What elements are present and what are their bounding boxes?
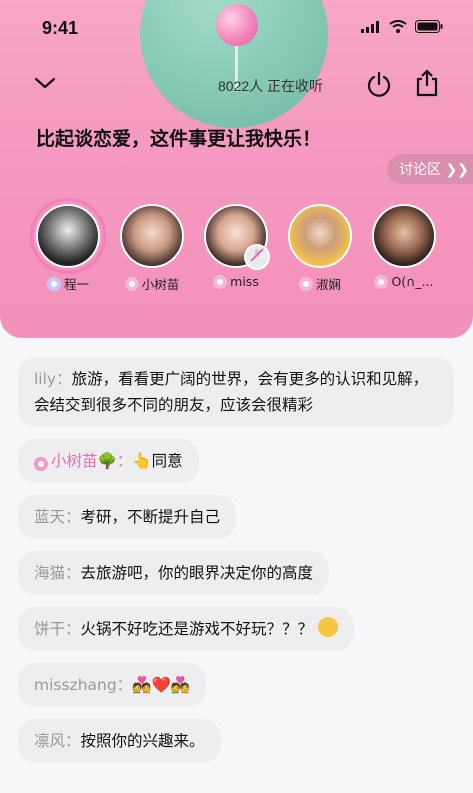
- speaker-name-row: 淑娴: [280, 274, 360, 293]
- message-text: 💑❤️💑: [132, 676, 191, 694]
- message-nick: lily：: [34, 370, 72, 388]
- chat-message: misszhang：💑❤️💑: [18, 663, 207, 707]
- speaker-item[interactable]: 小树苗: [112, 204, 192, 293]
- speaker-badge-icon: [124, 276, 139, 291]
- chat-message: 凛风：按照你的兴趣来。: [18, 719, 221, 763]
- avatar: [204, 204, 270, 270]
- user-badge-icon: [34, 457, 48, 471]
- signal-icon: [361, 20, 379, 33]
- collapse-chevron-icon[interactable]: [34, 76, 56, 90]
- chat-message-list[interactable]: lily：旅游，看看更广阔的世界，会有更多的认识和见解，会结交到很多不同的朋友，…: [18, 357, 458, 775]
- chat-message: 蓝天：考研，不断提升自己: [18, 495, 237, 539]
- chat-message: 海猫：去旅游吧，你的眼界决定你的高度: [18, 551, 330, 595]
- message-nick: 蓝天：: [34, 508, 81, 526]
- speaker-name-row: 程一: [28, 274, 108, 293]
- message-text: 旅游，看看更广阔的世界，会有更多的认识和见解，会结交到很多不同的朋友，应该会很精…: [34, 370, 429, 414]
- host-badge-icon: [46, 276, 61, 291]
- mic-muted-icon: [244, 244, 270, 270]
- battery-icon: [415, 20, 443, 33]
- avatar: [372, 204, 436, 268]
- message-text: 按照你的兴趣来。: [80, 732, 205, 750]
- avatar: [120, 204, 184, 268]
- speaker-name: miss: [230, 274, 259, 289]
- speaker-host[interactable]: 程一: [28, 198, 108, 293]
- message-nick: 海猫：: [34, 564, 81, 582]
- chat-message: 小树苗🌳：👆同意: [18, 439, 199, 483]
- message-nick: 小树苗🌳：: [51, 452, 133, 470]
- thinking-face-icon: [317, 617, 338, 637]
- cover-decoration-candy: [216, 4, 258, 46]
- speaker-item[interactable]: miss: [196, 204, 276, 289]
- power-icon[interactable]: [366, 71, 392, 97]
- message-nick: 凛风：: [34, 732, 81, 750]
- listener-count: 8022人 正在收听: [218, 78, 324, 94]
- speaker-name: 小树苗: [141, 277, 180, 292]
- speaker-name-row: miss: [196, 274, 276, 289]
- share-icon[interactable]: [414, 69, 440, 97]
- discussion-button[interactable]: 讨论区 ❯❯: [387, 154, 473, 184]
- speaker-badge-icon: [374, 274, 389, 289]
- message-text: 火锅不好吃还是游戏不好玩？？？: [80, 620, 314, 638]
- chat-message: 饼干：火锅不好吃还是游戏不好玩？？？: [18, 607, 354, 651]
- avatar: [288, 204, 352, 268]
- speaker-badge-icon: [213, 274, 228, 289]
- chat-message: lily：旅游，看看更广阔的世界，会有更多的认识和见解，会结交到很多不同的朋友，…: [18, 357, 454, 427]
- speaker-item[interactable]: O(∩_...: [364, 204, 444, 289]
- speaker-name-row: 小树苗: [112, 274, 192, 293]
- room-header: 9:41 8022人 正在收听 比起谈恋爱，这件事更让我快乐！ 讨论区 ❯❯ 程…: [0, 0, 473, 338]
- speaker-name-row: O(∩_...: [364, 274, 444, 289]
- speaker-name: 程一: [63, 277, 89, 292]
- message-nick: 饼干：: [34, 620, 81, 638]
- message-text: 去旅游吧，你的眼界决定你的高度: [80, 564, 314, 582]
- speaker-badge-icon: [298, 276, 313, 291]
- message-text: 👆同意: [132, 452, 183, 470]
- message-nick: misszhang：: [34, 676, 133, 694]
- avatar: [30, 198, 106, 274]
- status-icons: [361, 20, 443, 33]
- speaking-ring: [30, 198, 106, 274]
- status-time: 9:41: [42, 18, 79, 38]
- wifi-icon: [389, 20, 407, 33]
- speaker-name: 淑娴: [315, 277, 341, 292]
- speaker-name: O(∩_...: [391, 274, 434, 289]
- speaker-item[interactable]: 淑娴: [280, 204, 360, 293]
- message-text: 考研，不断提升自己: [80, 508, 221, 526]
- room-title: 比起谈恋爱，这件事更让我快乐！: [36, 128, 322, 150]
